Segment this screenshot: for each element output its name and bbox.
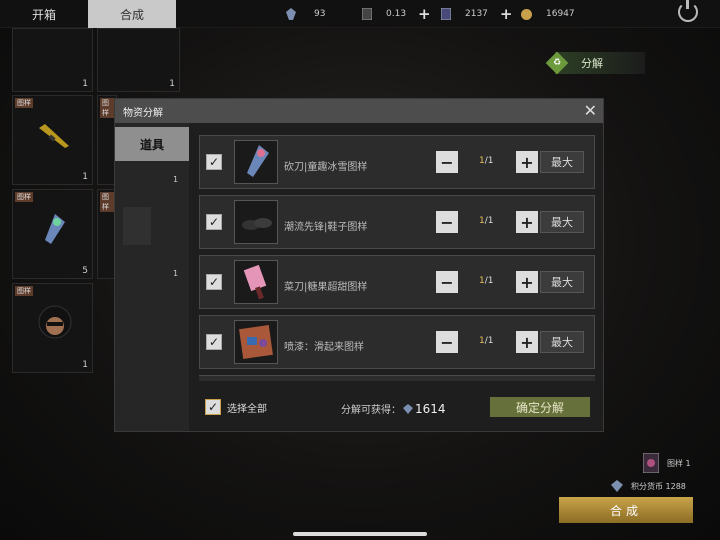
increase-button[interactable]: + — [516, 331, 538, 353]
item-thumbnail — [234, 140, 278, 184]
inventory-slot[interactable]: 图样 1 — [12, 95, 93, 185]
obtain-label: 分解可获得： — [341, 405, 401, 416]
item-checkbox[interactable]: ✓ — [206, 334, 222, 350]
obtain-summary: 分解可获得： 1614 — [341, 401, 446, 417]
list-item: ✓ 砍刀|童趣冰雪图样 − 1/1 + 最大 — [199, 135, 595, 189]
inventory-slot[interactable]: 1 — [97, 28, 180, 92]
item-thumbnail — [234, 200, 278, 244]
increase-button[interactable]: + — [516, 211, 538, 233]
inventory-slot[interactable]: 图样 1 — [12, 283, 93, 373]
decrease-button[interactable]: − — [436, 151, 458, 173]
decrease-button[interactable]: − — [436, 211, 458, 233]
inventory-slot[interactable]: 图样 5 — [12, 189, 93, 279]
item-quantity: 1/1 — [479, 336, 494, 346]
slot-count: 1 — [82, 360, 88, 370]
cleaver-icon — [243, 264, 267, 300]
item-name: 喷漆：滑起来图样 — [284, 342, 364, 353]
crystal-icon — [286, 8, 296, 20]
crystal-icon — [611, 480, 623, 492]
item-name: 潮流先锋|鞋子图样 — [284, 222, 368, 233]
slot-count: 5 — [82, 266, 88, 276]
coin-icon — [521, 8, 532, 20]
select-all-label: 选择全部 — [227, 403, 267, 415]
decompose-modal: 物资分解 ✕ 道具 1 1 ✓ 砍刀|童趣冰雪图样 − 1/1 + 最大 ✓ 潮… — [114, 98, 604, 432]
item-thumbnail — [234, 260, 278, 304]
pattern-card-icon — [643, 453, 659, 473]
inventory-slot[interactable]: 1 — [12, 28, 93, 92]
home-indicator — [293, 532, 427, 536]
modal-title: 物资分解 — [123, 107, 163, 119]
currency-card: 2137 + — [441, 0, 512, 28]
item-checkbox[interactable]: ✓ — [206, 154, 222, 170]
increase-button[interactable]: + — [516, 271, 538, 293]
rifle-icon — [39, 124, 69, 148]
decompose-button[interactable]: ♻ 分解 — [545, 51, 645, 75]
tab-compose[interactable]: 合成 — [88, 0, 176, 28]
ticket-icon — [362, 8, 372, 20]
slot-tag: 图样 — [15, 192, 33, 202]
confirm-decompose-button[interactable]: 确定分解 — [490, 397, 590, 417]
points-count: 积分货币 1288 — [631, 481, 686, 491]
pattern-count: 图样 1 — [667, 458, 691, 468]
add-card-button[interactable]: + — [500, 5, 513, 23]
pattern-summary: 图样 1 — [643, 453, 691, 473]
decrease-button[interactable]: − — [436, 331, 458, 353]
decompose-button-label: 分解 — [581, 57, 603, 70]
side-count: 1 — [173, 269, 179, 278]
currency-ticket-value: 0.13 — [386, 9, 407, 19]
item-name: 菜刀|糖果超甜图样 — [284, 282, 368, 293]
tab-open-box[interactable]: 开箱 — [0, 0, 88, 28]
compose-button[interactable]: 合成 — [559, 497, 693, 523]
avatar — [123, 207, 151, 245]
max-button[interactable]: 最大 — [540, 211, 584, 233]
slot-tag: 图样 — [15, 98, 33, 108]
max-button[interactable]: 最大 — [540, 271, 584, 293]
max-button[interactable]: 最大 — [540, 331, 584, 353]
power-icon[interactable] — [678, 0, 698, 22]
crystal-icon — [403, 403, 413, 414]
slot-count: 1 — [82, 172, 88, 182]
currency-crystal: 93 — [286, 0, 325, 28]
afro-avatar-icon — [38, 305, 72, 339]
slot-count: 1 — [82, 79, 88, 89]
item-quantity: 1/1 — [479, 216, 494, 226]
machete-icon — [45, 214, 65, 244]
currency-ticket: 0.13 + — [362, 0, 431, 28]
modal-header: 物资分解 — [115, 99, 603, 123]
increase-button[interactable]: + — [516, 151, 538, 173]
machete-icon — [247, 145, 269, 177]
max-button[interactable]: 最大 — [540, 151, 584, 173]
list-item: ✓ 潮流先锋|鞋子图样 − 1/1 + 最大 — [199, 195, 595, 249]
recycle-icon: ♻ — [545, 51, 569, 75]
item-quantity: 1/1 — [479, 156, 494, 166]
list-item-partial — [199, 375, 595, 381]
tab-items[interactable]: 道具 — [115, 127, 189, 161]
currency-crystal-value: 93 — [314, 9, 326, 19]
slot-tag: 图样 — [15, 286, 33, 296]
list-item: ✓ 菜刀|糖果超甜图样 − 1/1 + 最大 — [199, 255, 595, 309]
select-all[interactable]: ✓ 选择全部 — [205, 399, 267, 415]
item-name: 砍刀|童趣冰雪图样 — [284, 162, 368, 173]
list-item: ✓ 喷漆：滑起来图样 − 1/1 + 最大 — [199, 315, 595, 369]
decrease-button[interactable]: − — [436, 271, 458, 293]
item-checkbox[interactable]: ✓ — [206, 214, 222, 230]
currency-card-value: 2137 — [465, 9, 488, 19]
currency-coin: 16947 — [521, 0, 575, 28]
obtain-value: 1614 — [415, 401, 446, 416]
select-all-checkbox[interactable]: ✓ — [205, 399, 221, 415]
add-ticket-button[interactable]: + — [418, 5, 431, 23]
card-icon — [441, 8, 451, 20]
side-count: 1 — [173, 175, 179, 184]
slot-count: 1 — [169, 79, 175, 89]
item-checkbox[interactable]: ✓ — [206, 274, 222, 290]
close-icon[interactable]: ✕ — [584, 101, 597, 120]
item-quantity: 1/1 — [479, 276, 494, 286]
spray-decal-icon — [239, 325, 273, 359]
points-summary: 积分货币 1288 — [611, 480, 686, 492]
shoes-icon — [242, 218, 272, 230]
item-thumbnail — [234, 320, 278, 364]
currency-coin-value: 16947 — [546, 9, 575, 19]
